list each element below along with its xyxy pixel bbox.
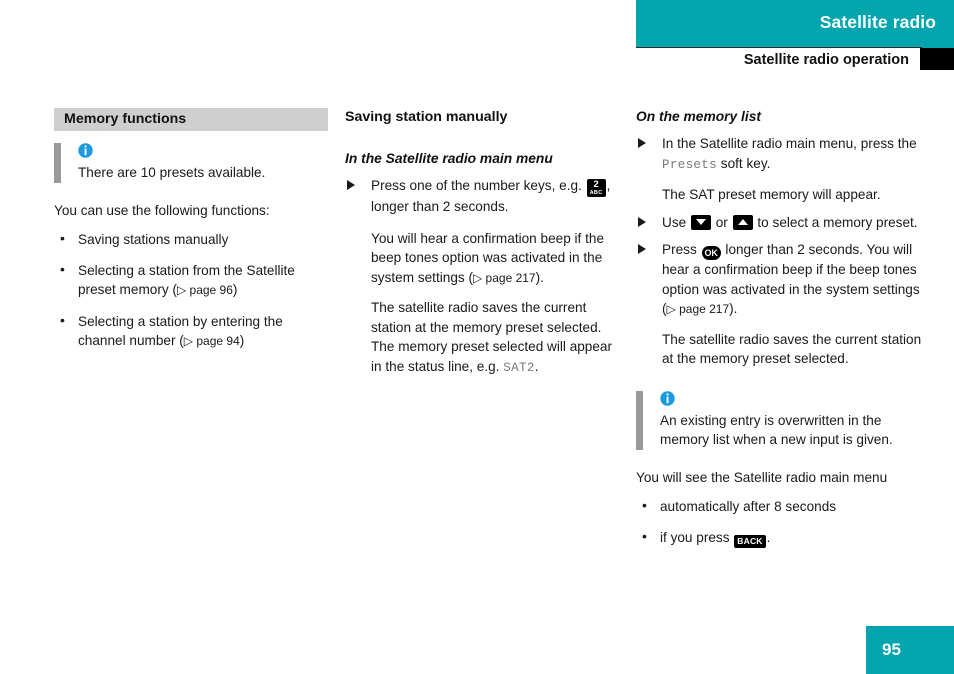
note-box-presets: There are 10 presets available. (54, 143, 328, 183)
subheading-main-menu: In the Satellite radio main menu (345, 151, 553, 166)
subheading-memory-list: On the memory list (636, 109, 761, 124)
list-item: Saving stations manually (54, 229, 328, 250)
step-item: Press one of the number keys, e.g. 2 ABC… (345, 176, 617, 378)
period: . (766, 529, 771, 545)
header-subtitle: Satellite radio operation (743, 52, 909, 68)
header-divider (636, 47, 922, 48)
paren-close: ) (239, 333, 245, 348)
paren-close: ). (535, 269, 544, 285)
step-text-before: Use (662, 214, 687, 230)
step-detail-save: The satellite radio saves the current st… (371, 298, 617, 378)
step-arrow-icon (347, 180, 355, 190)
info-icon (660, 390, 675, 406)
page-reference: ▷ page 217 (472, 270, 536, 285)
page-number-block: 95 (866, 626, 954, 674)
note-accent-bar (54, 143, 61, 183)
chapter-tab-marker (920, 48, 954, 70)
closing-intro-text: You will see the Satellite radio main me… (636, 469, 888, 485)
header-band: Satellite radio (636, 0, 954, 48)
steps-list: In the Satellite radio main menu, press … (636, 134, 922, 369)
paren-close: ) (232, 282, 238, 297)
number-key-digit: 2 (593, 179, 599, 190)
step-item: Press OK longer than 2 seconds. You will… (636, 240, 922, 369)
list-item-label: if you press (660, 529, 730, 545)
intro-text: You can use the following functions: (54, 202, 270, 218)
page-reference: ▷ page 96 (176, 283, 233, 297)
list-item-label: Selecting a station by entering the chan… (78, 313, 283, 349)
page-number: 95 (882, 640, 901, 659)
step-text-after: soft key. (720, 155, 771, 171)
down-arrow-glyph (695, 219, 706, 225)
page-reference: ▷ page 94 (183, 334, 240, 348)
steps-list: Press one of the number keys, e.g. 2 ABC… (345, 176, 617, 378)
step-text-before: Press one of the number keys, e.g. (371, 178, 582, 193)
step-text-before: In the Satellite radio main menu, press … (662, 136, 917, 151)
info-icon (78, 143, 93, 158)
closing-list: automatically after 8 seconds if you pre… (636, 496, 922, 548)
step-arrow-icon (638, 216, 646, 227)
step-detail-text: The satellite radio saves the current st… (371, 300, 613, 374)
note-text: An existing entry is overwritten in the … (660, 412, 893, 448)
functions-list: Saving stations manually Selecting a sta… (54, 229, 328, 352)
section-heading-saving-station: Saving station manually (345, 109, 508, 125)
page-title: Satellite radio (819, 12, 936, 32)
list-item: automatically after 8 seconds (636, 496, 922, 517)
list-item: Selecting a station from the Satellite p… (54, 260, 328, 301)
status-line-value: SAT2 (503, 360, 535, 375)
step-item: Use or to select a memory preset. (636, 213, 922, 233)
list-item: Selecting a station by entering the chan… (54, 311, 328, 352)
period: . (534, 358, 539, 374)
ok-key-icon: OK (701, 246, 721, 260)
note-text: There are 10 presets available. (78, 165, 266, 180)
number-key-2-icon: 2 ABC (586, 179, 606, 197)
paren-close: ). (729, 301, 738, 316)
step-text-mid: or (715, 214, 728, 230)
step-text-after: to select a memory preset. (757, 214, 918, 230)
note-accent-bar (636, 390, 643, 450)
up-arrow-glyph (737, 219, 748, 225)
page-reference: ▷ page 217 (666, 302, 730, 316)
middle-column: Saving station manually In the Satellite… (345, 108, 617, 386)
list-item: if you press BACK. (636, 527, 922, 548)
step-item: In the Satellite radio main menu, press … (636, 134, 922, 205)
list-item-label: automatically after 8 seconds (660, 499, 837, 514)
right-column: On the memory list In the Satellite radi… (636, 108, 922, 559)
step-arrow-icon (638, 244, 646, 254)
left-column: Memory functions There are 10 presets av… (54, 108, 328, 363)
back-key-icon: BACK (734, 534, 766, 548)
note-box-overwrite: An existing entry is overwritten in the … (636, 390, 922, 450)
number-key-letters: ABC (589, 190, 603, 196)
step-text-before: Press (662, 242, 697, 257)
step-detail-preset-memory: The SAT preset memory will appear. (662, 187, 881, 202)
down-arrow-key-icon (690, 214, 711, 230)
step-detail-save: The satellite radio saves the current st… (662, 331, 922, 367)
section-heading-memory-functions: Memory functions (54, 108, 328, 131)
soft-key-label[interactable]: Presets (662, 158, 717, 172)
list-item-label: Saving stations manually (78, 232, 229, 247)
step-arrow-icon (638, 138, 646, 148)
step-detail-beep: You will hear a confirmation beep if the… (371, 229, 617, 289)
up-arrow-key-icon (732, 214, 753, 230)
